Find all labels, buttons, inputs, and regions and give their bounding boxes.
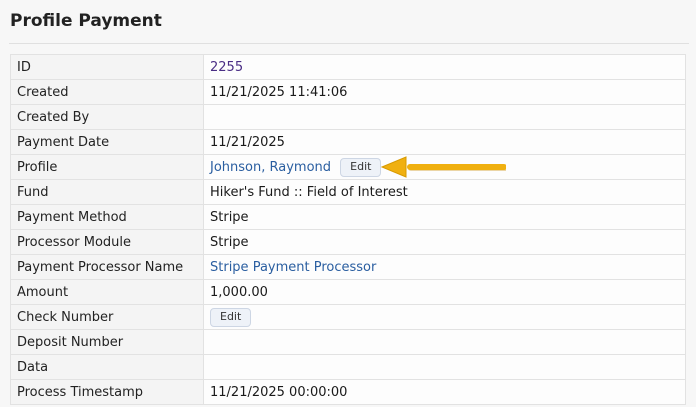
profile-link[interactable]: Johnson, Raymond bbox=[210, 160, 331, 175]
table-row: Payment Processor Name Stripe Payment Pr… bbox=[10, 254, 686, 280]
profile-value: Johnson, Raymond Edit bbox=[203, 154, 686, 180]
table-row: Payment Date 11/21/2025 bbox=[10, 129, 686, 155]
payment-processor-name-value: Stripe Payment Processor bbox=[203, 254, 686, 280]
check-number-edit-button[interactable]: Edit bbox=[210, 307, 252, 327]
amount-value: 1,000.00 bbox=[203, 279, 686, 305]
table-row: Amount 1,000.00 bbox=[10, 279, 686, 305]
fund-label: Fund bbox=[10, 179, 204, 205]
id-link[interactable]: 2255 bbox=[210, 60, 243, 75]
created-by-label: Created By bbox=[10, 104, 204, 130]
amount-label: Amount bbox=[10, 279, 204, 305]
payment-method-value: Stripe bbox=[203, 204, 686, 230]
table-row: Profile Johnson, Raymond Edit bbox=[10, 154, 686, 180]
table-row: Deposit Number bbox=[10, 329, 686, 355]
deposit-number-label: Deposit Number bbox=[10, 329, 204, 355]
data-value bbox=[203, 354, 686, 380]
payment-method-label: Payment Method bbox=[10, 204, 204, 230]
processor-module-value: Stripe bbox=[203, 229, 686, 255]
profile-label: Profile bbox=[10, 154, 204, 180]
profile-payment-page: Profile Payment ID 2255 Created 11/21/20… bbox=[0, 0, 696, 407]
data-label: Data bbox=[10, 354, 204, 380]
table-row: Data bbox=[10, 354, 686, 380]
payment-processor-link[interactable]: Stripe Payment Processor bbox=[210, 260, 376, 275]
id-label: ID bbox=[10, 54, 204, 80]
table-row: Check Number Edit bbox=[10, 304, 686, 330]
created-label: Created bbox=[10, 79, 204, 105]
table-row: Fund Hiker's Fund :: Field of Interest bbox=[10, 179, 686, 205]
title-divider bbox=[9, 43, 689, 44]
payment-processor-name-label: Payment Processor Name bbox=[10, 254, 204, 280]
check-number-label: Check Number bbox=[10, 304, 204, 330]
table-row: Payment Method Stripe bbox=[10, 204, 686, 230]
check-number-value: Edit bbox=[203, 304, 686, 330]
created-value: 11/21/2025 11:41:06 bbox=[203, 79, 686, 105]
page-title: Profile Payment bbox=[10, 11, 162, 31]
profile-edit-button[interactable]: Edit bbox=[340, 157, 382, 177]
table-row: ID 2255 bbox=[10, 54, 686, 80]
fund-value: Hiker's Fund :: Field of Interest bbox=[203, 179, 686, 205]
payment-date-label: Payment Date bbox=[10, 129, 204, 155]
payment-date-value: 11/21/2025 bbox=[203, 129, 686, 155]
table-row: Processor Module Stripe bbox=[10, 229, 686, 255]
processor-module-label: Processor Module bbox=[10, 229, 204, 255]
table-row: Created By bbox=[10, 104, 686, 130]
table-row: Created 11/21/2025 11:41:06 bbox=[10, 79, 686, 105]
process-timestamp-label: Process Timestamp bbox=[10, 379, 204, 405]
deposit-number-value bbox=[203, 329, 686, 355]
table-row: Process Timestamp 11/21/2025 00:00:00 bbox=[10, 379, 686, 405]
process-timestamp-value: 11/21/2025 00:00:00 bbox=[203, 379, 686, 405]
payment-details-table: ID 2255 Created 11/21/2025 11:41:06 Crea… bbox=[10, 54, 686, 405]
id-value: 2255 bbox=[203, 54, 686, 80]
created-by-value bbox=[203, 104, 686, 130]
